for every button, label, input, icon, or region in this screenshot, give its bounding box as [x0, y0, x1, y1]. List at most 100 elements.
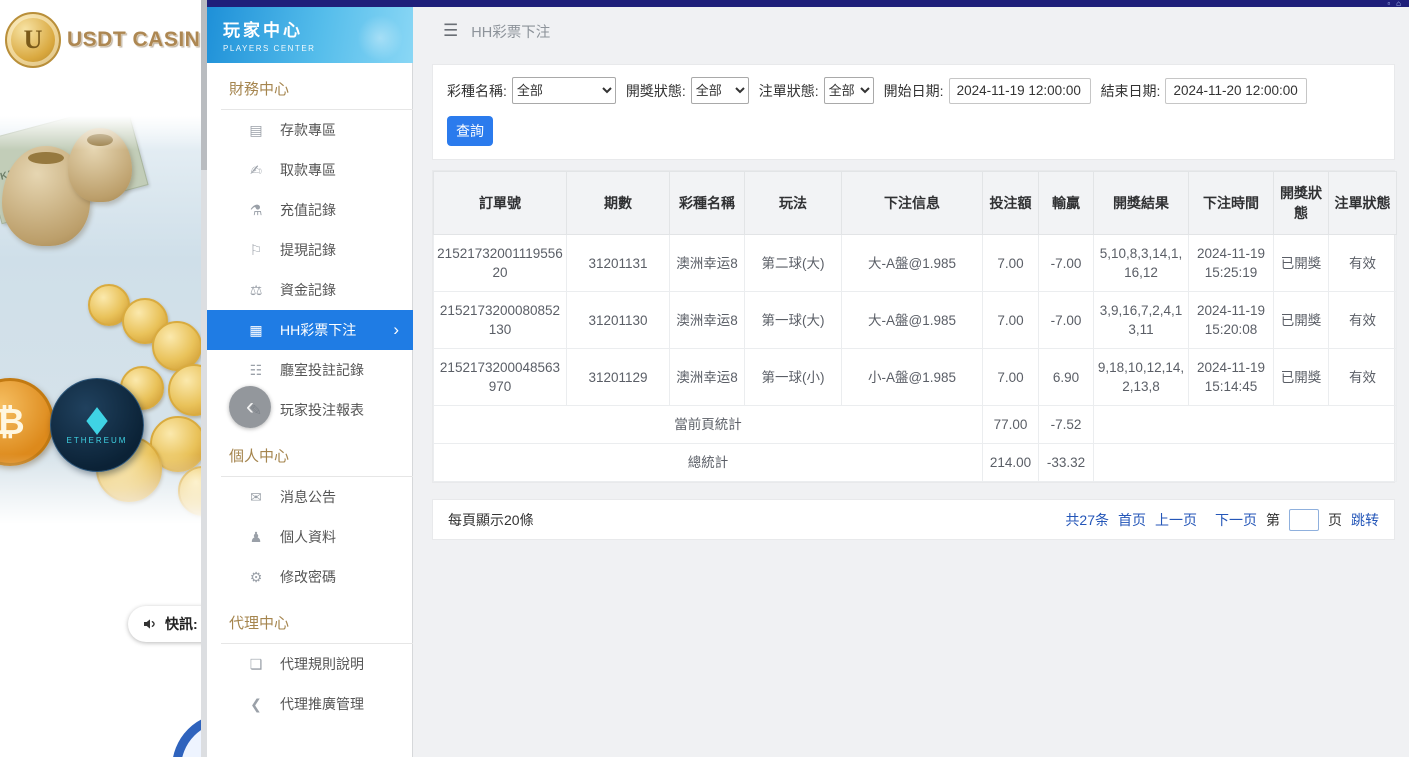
logo-letter: U [24, 25, 43, 55]
bet-cell: 有效 [1329, 349, 1397, 406]
jump-suffix-text: 页 [1328, 510, 1342, 530]
sidebar-item-label: 資金記錄 [280, 280, 336, 300]
bet-cell: 2152173200111955620 [434, 235, 567, 292]
news-ticker-label: 快訊: [165, 614, 198, 634]
order-status-select[interactable]: 全部 [824, 77, 874, 104]
sidebar-item-label: 玩家投注報表 [280, 400, 364, 420]
speaker-icon [142, 616, 158, 632]
bet-cell: 2024-11-19 15:20:08 [1189, 292, 1274, 349]
draw-status-label: 開獎狀態: [626, 81, 686, 101]
total-summary-row: 總統計 214.00 -33.32 [434, 444, 1397, 482]
bet-cell: 已開獎 [1274, 235, 1329, 292]
sidebar-item-change-password-gear[interactable]: ⚙修改密碼 [207, 557, 413, 597]
sidebar-item-withdraw[interactable]: ✍取款專區 [207, 150, 413, 190]
bet-cell: 2152173200048563970 [434, 349, 567, 406]
column-header: 投注額 [983, 172, 1039, 235]
content-topbar: ☰ HH彩票下注 [413, 7, 1409, 55]
jump-button[interactable]: 跳转 [1351, 510, 1379, 530]
column-header: 下注時間 [1189, 172, 1274, 235]
news-ticker: 快訊: [128, 606, 207, 642]
column-header: 訂單號 [434, 172, 567, 235]
room-bet-record-icon: ☷ [247, 362, 265, 379]
bet-cell: 第一球(大) [745, 292, 842, 349]
money-bag-tie [87, 134, 113, 146]
bet-cell: 31201129 [567, 349, 670, 406]
first-page-link[interactable]: 首页 [1118, 510, 1146, 530]
lottery-name-filter: 彩種名稱: 全部 [447, 77, 616, 104]
order-status-filter: 注單狀態: 全部 [759, 77, 874, 104]
bet-cell: 有效 [1329, 292, 1397, 349]
column-header: 玩法 [745, 172, 842, 235]
sidebar-section-title: 代理中心 [221, 597, 413, 644]
jump-page-input[interactable] [1289, 509, 1319, 531]
bet-cell: 2152173200080852130 [434, 292, 567, 349]
query-button[interactable]: 查詢 [447, 116, 493, 146]
column-header: 注單狀態 [1329, 172, 1397, 235]
sidebar-item-recharge-record[interactable]: ⚗充值記錄 [207, 190, 413, 230]
withdraw-icon: ✍ [247, 162, 265, 179]
bet-cell: 31201130 [567, 292, 670, 349]
next-page-link[interactable]: 下一页 [1215, 510, 1257, 530]
recharge-record-icon: ⚗ [247, 202, 265, 219]
sidebar-item-lottery-bet[interactable]: ▦HH彩票下注› [207, 310, 413, 350]
home-icon[interactable]: ⌂ [1396, 0, 1401, 7]
sidebar-item-agent-promotion-share[interactable]: ❮代理推廣管理 [207, 684, 413, 724]
sidebar-item-cashout-record[interactable]: ⚐提現記錄 [207, 230, 413, 270]
bet-cell: 3,9,16,7,2,4,13,11 [1094, 292, 1189, 349]
lottery-name-label: 彩種名稱: [447, 81, 507, 101]
bet-cell: 31201131 [567, 235, 670, 292]
bets-table-panel: 訂單號期數彩種名稱玩法下注信息投注額輸贏開獎結果下注時間開獎狀態注單狀態 215… [432, 170, 1395, 483]
sidebar-item-label: 個人資料 [280, 527, 336, 547]
bet-cell: 6.90 [1039, 349, 1094, 406]
end-date-label: 結束日期: [1101, 81, 1161, 101]
bet-row: 215217320004856397031201129澳洲幸运8第一球(小)小-… [434, 349, 1397, 406]
start-date-input[interactable] [949, 78, 1091, 104]
bet-cell: 第一球(小) [745, 349, 842, 406]
window-icon[interactable]: ▫ [1387, 0, 1390, 7]
sidebar-item-label: 廳室投註記錄 [280, 360, 364, 380]
draw-status-select[interactable]: 全部 [691, 77, 749, 104]
site-logo[interactable]: U USDT CASINO [5, 12, 207, 68]
bet-cell: 2024-11-19 15:14:45 [1189, 349, 1274, 406]
sidebar-item-agent-rules-doc[interactable]: ❏代理規則說明 [207, 644, 413, 684]
table-summary: 當前頁統計 77.00 -7.52 總統計 214.00 -33.32 [434, 406, 1397, 482]
prev-page-link[interactable]: 上一页 [1155, 510, 1197, 530]
sidebar-item-deposit[interactable]: ▤存款專區 [207, 110, 413, 150]
sidebar-subtitle: PLAYERS CENTER [223, 44, 413, 53]
table-body: 215217320011195562031201131澳洲幸运8第二球(大)大-… [434, 235, 1397, 406]
user-profile-icon: ♟ [247, 529, 265, 546]
column-header: 開獎結果 [1094, 172, 1189, 235]
sidebar-item-announcement-bell[interactable]: ✉消息公告 [207, 477, 413, 517]
column-header: 開獎狀態 [1274, 172, 1329, 235]
sidebar-item-label: 代理推廣管理 [280, 694, 364, 714]
sidebar-item-room-bet-record[interactable]: ☷ 廳室投註記錄 [207, 350, 413, 390]
sidebar-section-title: 財務中心 [221, 63, 413, 110]
lottery-bet-icon: ▦ [247, 322, 265, 339]
bet-row: 215217320008085213031201130澳洲幸运8第一球(大)大-… [434, 292, 1397, 349]
table-header-row: 訂單號期數彩種名稱玩法下注信息投注額輸贏開獎結果下注時間開獎狀態注單狀態 [434, 172, 1397, 235]
bitcoin-coin-image: ₿ [0, 378, 54, 466]
casino-site-background: U USDT CASINO KB4627 ₿ ◆ ETHEREUM [0, 0, 207, 757]
announcement-bell-icon: ✉ [247, 489, 265, 506]
filter-panel: 彩種名稱: 全部 開獎狀態: 全部 注單狀態: 全部 [432, 64, 1395, 160]
bets-table: 訂單號期數彩種名稱玩法下注信息投注額輸贏開獎結果下注時間開獎狀態注單狀態 215… [433, 171, 1397, 482]
start-date-label: 開始日期: [884, 81, 944, 101]
sidebar-item-label: 修改密碼 [280, 567, 336, 587]
sidebar-section-title: 個人中心 [221, 430, 413, 477]
collapse-sidebar-button[interactable]: ‹ [229, 386, 271, 428]
bet-cell: 有效 [1329, 235, 1397, 292]
bet-cell: -7.00 [1039, 235, 1094, 292]
end-date-input[interactable] [1165, 78, 1307, 104]
lottery-name-select[interactable]: 全部 [512, 77, 616, 104]
ethereum-diamond-icon: ◆ [86, 401, 108, 437]
draw-status-filter: 開獎狀態: 全部 [626, 77, 749, 104]
screen: U USDT CASINO KB4627 ₿ ◆ ETHEREUM [0, 0, 1409, 757]
bitcoin-symbol: ₿ [0, 401, 25, 443]
column-header: 輸贏 [1039, 172, 1094, 235]
sidebar-item-label: 存款專區 [280, 120, 336, 140]
chevron-right-icon: › [393, 320, 399, 340]
hamburger-menu-icon[interactable]: ☰ [443, 21, 458, 41]
sidebar-item-user-profile[interactable]: ♟ 個人資料 [207, 517, 413, 557]
sidebar-item-funds-record[interactable]: ⚖資金記錄 [207, 270, 413, 310]
filter-row: 彩種名稱: 全部 開獎狀態: 全部 注單狀態: 全部 [447, 77, 1380, 104]
